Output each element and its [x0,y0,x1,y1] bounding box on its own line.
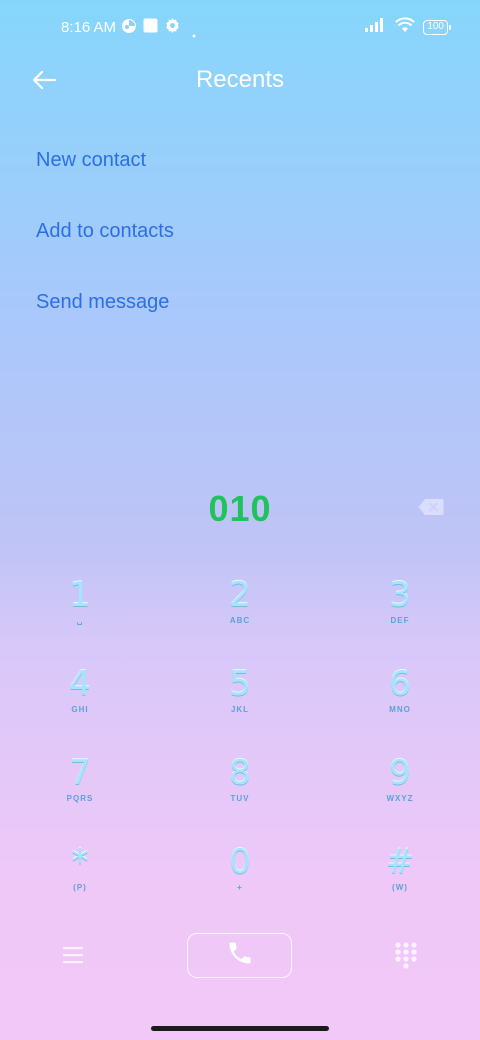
keypad: 1 ␣ 2 ABC 3 DEF 4 GHI 5 JKL 6 MNO 7 PQRS… [0,548,480,904]
new-contact-link[interactable]: New contact [36,144,174,215]
dot-icon [192,25,196,42]
key-digit: 6 [389,664,411,704]
key-letters: GHI [71,705,89,714]
send-message-link[interactable]: Send message [36,286,174,357]
battery-indicator: 100 [423,19,451,35]
key-digit: 7 [69,753,91,793]
header: Recents [0,56,480,108]
key-4[interactable]: 4 GHI [0,637,160,726]
signal-icon [365,18,387,36]
key-letters: TUV [230,794,250,803]
key-letters: ␣ [76,616,84,625]
key-6[interactable]: 6 MNO [320,637,480,726]
key-2[interactable]: 2 ABC [160,548,320,637]
key-letters: JKL [230,705,250,714]
key-letters: (P) [73,883,87,892]
status-bar: 8:16 AM 100 [0,0,480,56]
backspace-icon[interactable] [418,498,444,516]
page-title: Recents [195,66,285,93]
key-5[interactable]: 5 JKL [160,637,320,726]
dialpad-icon[interactable] [394,941,418,969]
phone-icon [226,939,254,972]
key-0[interactable]: 0 + [160,815,320,904]
key-digit: 8 [229,753,251,793]
status-time: 8:16 AM [61,19,117,36]
key-digit: 5 [229,664,251,704]
actions-list: New contact Add to contacts Send message [36,144,174,357]
dialed-number: 010 [208,488,272,529]
key-digit: # [385,842,415,882]
number-display-row: 010 [0,484,480,534]
key-letters: DEF [390,616,410,625]
wifi-icon [395,17,416,37]
key-hash[interactable]: # (W) [320,815,480,904]
key-7[interactable]: 7 PQRS [0,726,160,815]
key-3[interactable]: 3 DEF [320,548,480,637]
key-digit: * [71,842,89,882]
key-8[interactable]: 8 TUV [160,726,320,815]
key-digit: 9 [389,753,411,793]
key-letters: ABC [229,616,251,625]
key-digit: 0 [229,842,251,882]
key-digit: 2 [229,575,251,615]
key-1[interactable]: 1 ␣ [0,548,160,637]
square-icon [143,18,158,37]
key-letters: WXYZ [386,794,414,803]
key-digit: 3 [389,575,411,615]
add-to-contacts-link[interactable]: Add to contacts [36,215,174,286]
call-button[interactable] [187,933,292,978]
key-letters: MNO [389,705,411,714]
app-icon [121,18,137,38]
home-indicator[interactable] [151,1026,329,1031]
key-letters: PQRS [66,794,94,803]
bottom-bar [0,930,480,982]
key-9[interactable]: 9 WXYZ [320,726,480,815]
menu-icon[interactable] [60,943,86,967]
key-digit: 1 [69,575,91,615]
key-letters: + [237,883,243,892]
key-star[interactable]: * (P) [0,815,160,904]
key-digit: 4 [69,664,91,704]
gear-icon [165,18,180,37]
key-letters: (W) [392,883,408,892]
